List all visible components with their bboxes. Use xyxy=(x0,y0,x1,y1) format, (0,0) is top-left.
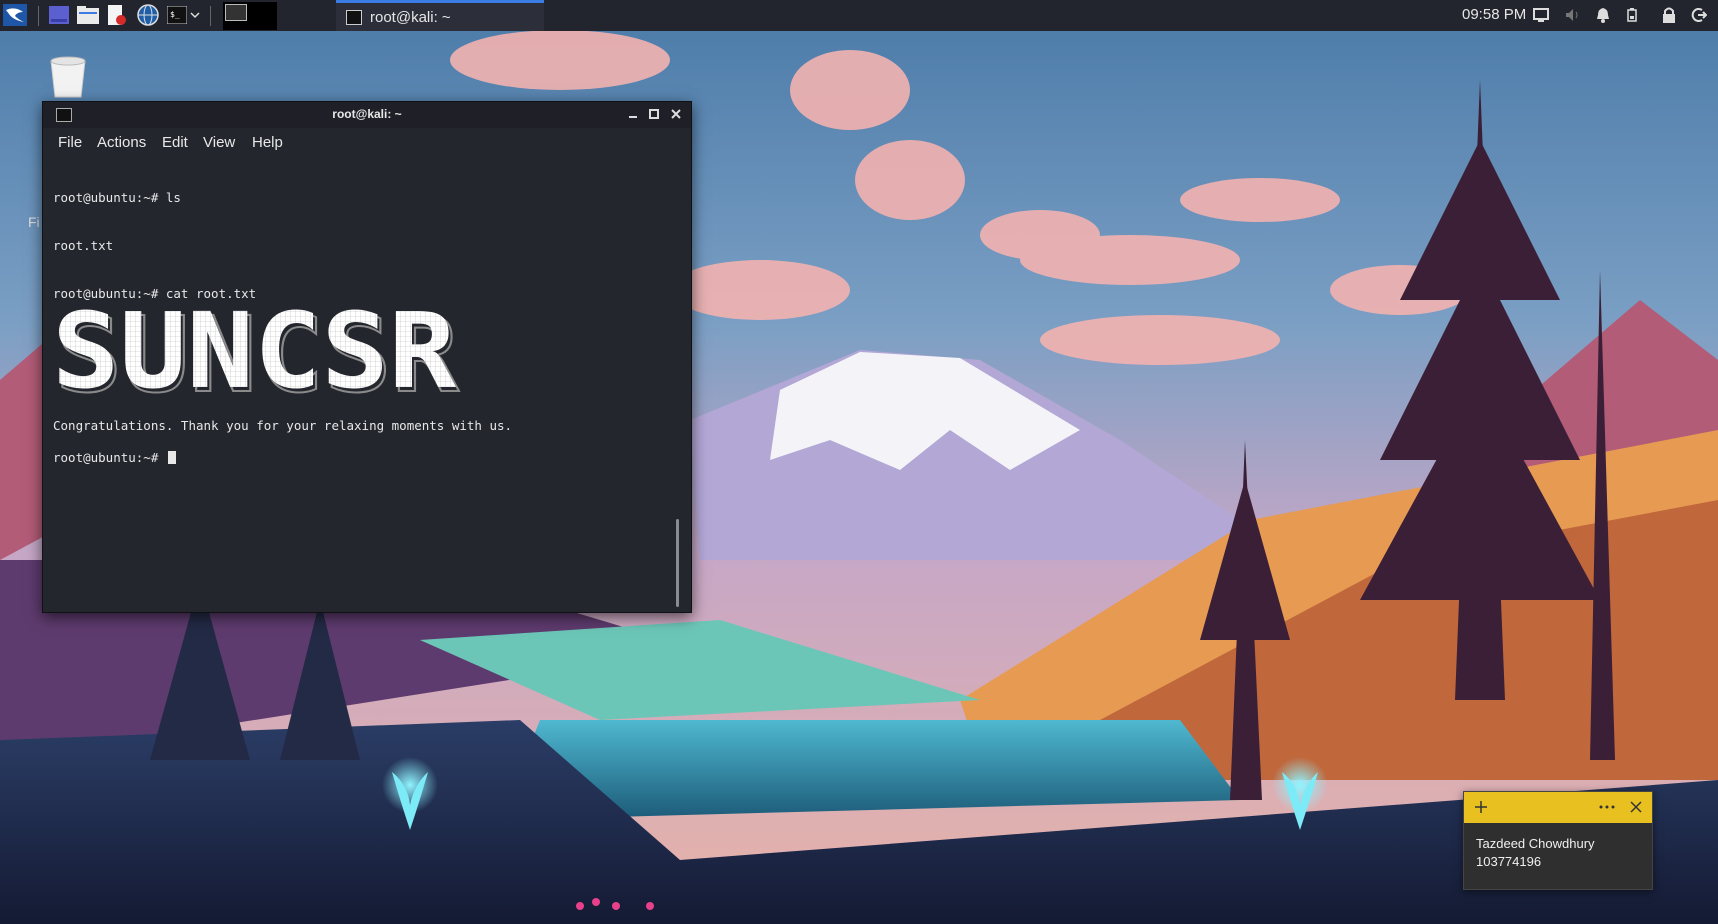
terminal-window[interactable]: root@kali: ~ File Actions Edit View Help… xyxy=(42,101,692,613)
notification-bell-icon[interactable] xyxy=(1594,6,1612,24)
kali-menu-icon[interactable] xyxy=(2,2,28,28)
workspace-switcher[interactable] xyxy=(223,2,277,30)
sticky-note[interactable]: Tazdeed Chowdhury 103774196 xyxy=(1463,791,1653,890)
window-title: root@kali: ~ xyxy=(332,107,402,121)
menu-edit[interactable]: Edit xyxy=(162,134,188,151)
file-manager-icon[interactable] xyxy=(75,2,101,28)
terminal-prompt[interactable]: root@ubuntu:~# xyxy=(53,450,176,465)
maximize-button[interactable] xyxy=(646,106,662,122)
menu-view[interactable]: View xyxy=(203,134,235,151)
text-cursor xyxy=(167,451,176,464)
banner-text: SUNCSR xyxy=(52,307,456,399)
sticky-note-text[interactable]: Tazdeed Chowdhury 103774196 xyxy=(1476,835,1595,871)
logout-icon[interactable] xyxy=(1690,6,1708,24)
desktop-icon-label[interactable]: Fi xyxy=(28,214,40,230)
terminal-menubar: File Actions Edit View Help xyxy=(43,128,691,156)
close-note-button[interactable] xyxy=(1627,798,1645,816)
minimize-button[interactable] xyxy=(625,106,641,122)
menu-actions[interactable]: Actions xyxy=(97,134,146,151)
menu-help[interactable]: Help xyxy=(252,134,283,151)
battery-icon[interactable] xyxy=(1623,6,1641,24)
window-titlebar[interactable]: root@kali: ~ xyxy=(43,102,691,128)
terminal-icon xyxy=(346,9,362,25)
close-button[interactable] xyxy=(668,106,684,122)
add-note-button[interactable] xyxy=(1472,798,1490,816)
workspace-desktop-icon[interactable] xyxy=(46,2,72,28)
text-editor-icon[interactable] xyxy=(104,2,130,28)
taskbar-terminal-button[interactable]: root@kali: ~ xyxy=(336,0,544,31)
menu-file[interactable]: File xyxy=(58,134,82,151)
web-browser-icon[interactable] xyxy=(135,2,161,28)
terminal-line: root@ubuntu:~# cat root.txt xyxy=(53,286,257,301)
terminal-scrollbar[interactable] xyxy=(676,519,679,607)
congrats-message: Congratulations. Thank you for your rela… xyxy=(53,418,513,433)
terminal-line: root@ubuntu:~# ls xyxy=(53,190,181,205)
svg-text:$_: $_ xyxy=(170,10,180,19)
lock-icon[interactable] xyxy=(1660,6,1678,24)
terminal-line: root.txt xyxy=(53,238,114,253)
ascii-art-banner: SUNCSR SUNCSR xyxy=(52,307,460,399)
volume-icon[interactable] xyxy=(1564,6,1582,24)
workspace-thumbnail xyxy=(225,4,247,21)
note-name: Tazdeed Chowdhury xyxy=(1476,836,1595,851)
clock[interactable]: 09:58 PM xyxy=(1462,6,1526,23)
sticky-note-header[interactable] xyxy=(1464,792,1652,823)
display-icon[interactable] xyxy=(1532,6,1550,24)
chevron-down-icon[interactable] xyxy=(188,2,202,28)
terminal-icon[interactable]: $_ xyxy=(164,2,190,28)
more-options-button[interactable] xyxy=(1596,798,1618,816)
top-panel: $_ root@kali: ~ 09:58 PM xyxy=(0,0,1718,31)
trash-icon[interactable] xyxy=(48,55,88,99)
note-id: 103774196 xyxy=(1476,854,1542,869)
task-title: root@kali: ~ xyxy=(370,8,451,26)
prompt-text: root@ubuntu:~# xyxy=(53,450,166,465)
